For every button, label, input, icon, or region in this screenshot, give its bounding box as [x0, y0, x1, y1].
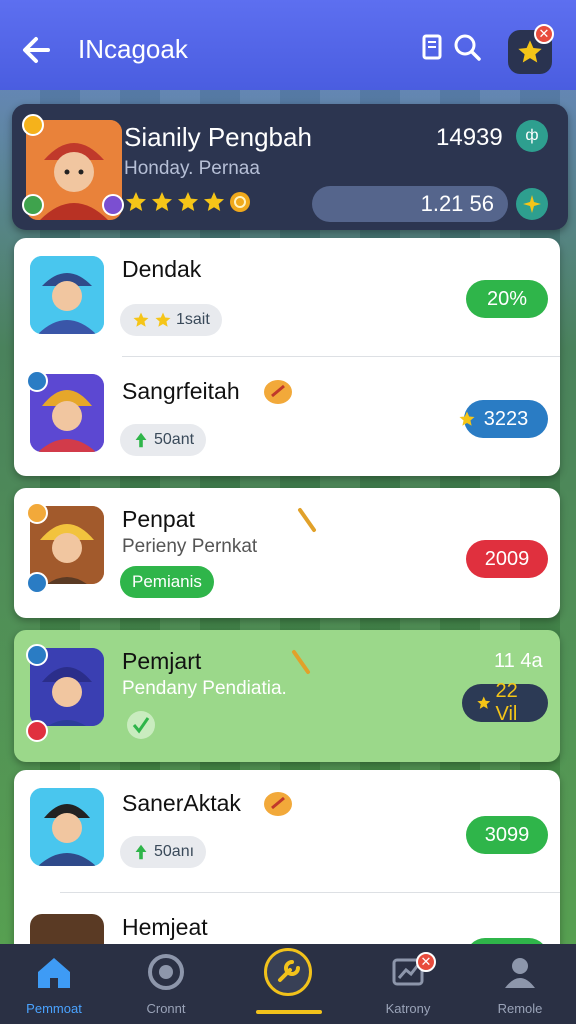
- nav-item-profile[interactable]: Remole: [470, 952, 570, 1016]
- chip-label: 1sait: [176, 311, 210, 328]
- center-action: [264, 948, 312, 996]
- player-value[interactable]: 2009: [466, 540, 548, 578]
- player-name: Hemjeat: [122, 914, 208, 940]
- player-name: Sangrfeitah: [122, 378, 240, 404]
- star-icon: [477, 696, 491, 709]
- feather-icon: [298, 508, 316, 532]
- player-stat: 11 4a: [494, 650, 543, 672]
- player-subtitle: Perieny Pernkat: [122, 536, 258, 557]
- player-list-card: Dendak 1sait 20% Sangrfeitah 50ant 3223: [14, 238, 560, 476]
- player-name: SanerAktak: [122, 790, 241, 816]
- search-icon: [454, 34, 481, 61]
- player-chip: 1sait: [120, 304, 222, 336]
- sparkle-icon: [523, 195, 541, 213]
- nav-label: Katrony: [385, 1001, 431, 1016]
- level-badge: [22, 114, 44, 136]
- rank-badge: [102, 194, 124, 216]
- star-icon: [178, 192, 198, 211]
- notification-badge: ✕: [416, 952, 436, 972]
- star-icon: [126, 192, 146, 211]
- back-button[interactable]: [18, 30, 58, 70]
- top-app-bar: INcagoak ✕: [0, 0, 576, 90]
- divider: [122, 356, 560, 357]
- glyph-icon[interactable]: ф: [516, 120, 548, 152]
- nav-item-chart[interactable]: ✕ Katrony: [358, 952, 458, 1016]
- player-badge: [26, 644, 48, 666]
- featured-progress-value: 1.21 56: [312, 186, 508, 222]
- player-badge: [26, 370, 48, 392]
- user-icon: [505, 958, 535, 988]
- player-name: Dendak: [122, 256, 202, 282]
- list-item[interactable]: Dendak 1sait 20%: [14, 238, 560, 356]
- featured-player-score: 14939: [436, 124, 503, 151]
- player-badge: [26, 502, 48, 524]
- search-button[interactable]: [452, 32, 482, 62]
- player-chip: 50anı: [120, 836, 207, 868]
- list-item[interactable]: SanerAktak 50anı 3099: [14, 770, 560, 890]
- star-icon: [152, 192, 172, 211]
- document-icon: [422, 34, 442, 60]
- star-icon: [155, 312, 171, 327]
- nav-item-center[interactable]: [238, 948, 338, 996]
- star-icon: [459, 411, 475, 426]
- player-chip: Pemianis: [120, 566, 214, 598]
- nav-label: Cronnt: [146, 1001, 186, 1016]
- player-avatar: [30, 788, 104, 866]
- nav-item-home[interactable]: Pemmoat: [4, 952, 104, 1016]
- arrow-left-icon: [23, 37, 50, 63]
- star-icon: [204, 192, 224, 211]
- active-indicator: [256, 1010, 322, 1014]
- player-value[interactable]: 3099: [466, 816, 548, 854]
- home-icon: [38, 958, 70, 988]
- player-chip: 50ant: [120, 424, 207, 456]
- player-value[interactable]: 22 Vil: [462, 680, 548, 725]
- thumb-icon: [135, 432, 147, 448]
- player-name: Pemjart: [122, 648, 202, 674]
- feather-icon: [292, 650, 310, 674]
- favorites-button[interactable]: ✕: [508, 24, 554, 74]
- medal-icon: [264, 380, 292, 404]
- nav-label: Remole: [497, 1001, 543, 1016]
- player-value[interactable]: 3223: [459, 400, 548, 438]
- featured-player-subtitle: Honday. Pernaa: [124, 158, 260, 179]
- player-avatar: [30, 256, 104, 334]
- star-rating: [124, 190, 252, 214]
- chip-label: 50anı: [154, 843, 195, 860]
- player-badge: [26, 720, 48, 742]
- player-badge: [26, 572, 48, 594]
- star-icon: [133, 312, 149, 327]
- divider: [60, 892, 560, 893]
- player-list-card: SanerAktak 50anı 3099 Hemjeat: [14, 770, 560, 970]
- check-icon: [127, 711, 155, 739]
- sparkle-button[interactable]: [516, 188, 548, 220]
- player-subtitle: Pendany Pendiatia.: [122, 678, 287, 699]
- chip-label: 50ant: [154, 431, 195, 448]
- nav-item-target[interactable]: Cronnt: [116, 952, 216, 1016]
- team-badge: [22, 194, 44, 216]
- thumb-icon: [135, 844, 147, 860]
- player-value[interactable]: 20%: [466, 280, 548, 318]
- notification-badge: ✕: [534, 24, 554, 44]
- wrench-icon: [278, 960, 300, 982]
- list-item[interactable]: Sangrfeitah 50ant 3223: [14, 358, 560, 476]
- medal-icon: [264, 792, 292, 816]
- list-item[interactable]: Penpat Perieny Pernkat Pemianis 2009: [14, 488, 560, 618]
- featured-player-name: Sianily Pengbah: [124, 122, 312, 152]
- page-title: INcagoak: [78, 34, 188, 64]
- target-icon: [148, 954, 184, 990]
- coin-icon: [230, 192, 250, 212]
- player-name: Penpat: [122, 506, 195, 532]
- nav-label: Pemmoat: [26, 1001, 82, 1016]
- document-button[interactable]: [418, 32, 448, 62]
- list-item-selected[interactable]: Pemjart Pendany Pendiatia. 11 4a 22 Vil: [14, 630, 560, 762]
